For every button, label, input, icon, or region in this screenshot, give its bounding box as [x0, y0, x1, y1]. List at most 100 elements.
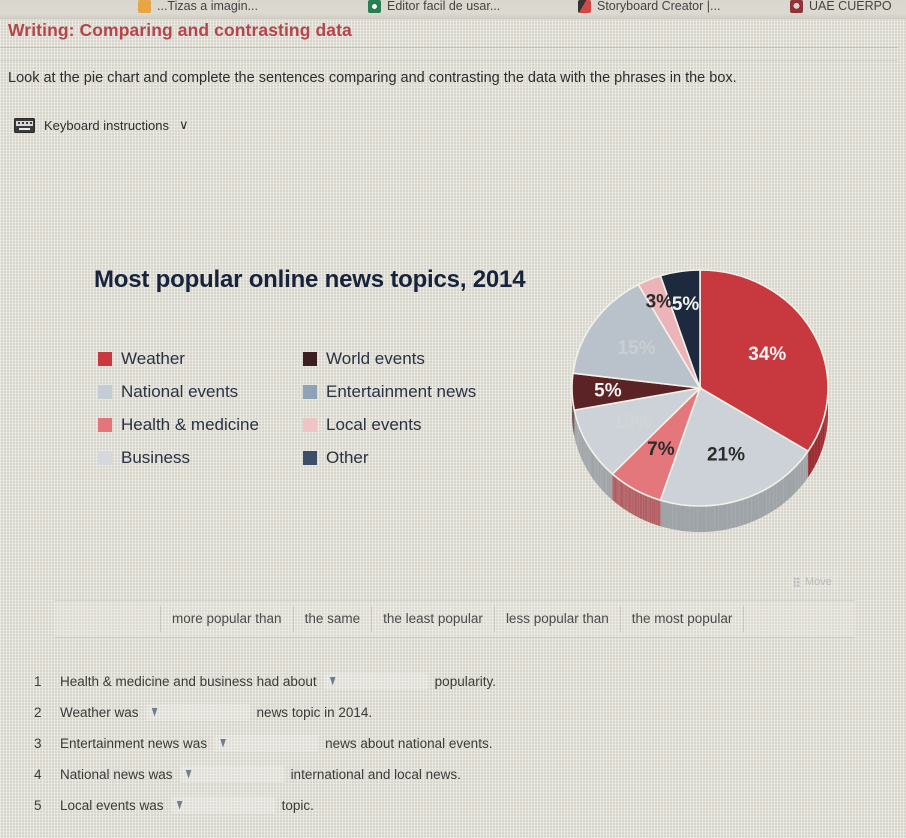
pie-slice-depth [605, 467, 607, 495]
pie-slice-depth [610, 472, 613, 501]
pie-slice-depth [627, 485, 629, 513]
browser-tab-3[interactable]: Storyboard Creator |... [578, 0, 720, 18]
pie-slice-depth [646, 495, 648, 522]
sentence-suffix-1: popularity. [434, 674, 496, 689]
pie-slice-depth [617, 478, 619, 506]
legend-item-entertainment-news: Entertainment news [303, 382, 508, 402]
sentence-blank-5[interactable] [170, 796, 275, 815]
pie-slice-depth [628, 486, 631, 513]
move-drag-handle[interactable]: Move [788, 574, 839, 590]
browser-tab-4[interactable]: UAE CUERPO [790, 0, 892, 18]
move-handle-label: Move [805, 576, 832, 588]
legend-swatch-world-events [303, 351, 317, 366]
pie-label-entertainment-news: 15% [617, 338, 655, 359]
pie-slice-depth [751, 494, 756, 523]
pie-slice-depth [638, 491, 640, 519]
pie-slice-depth [579, 427, 581, 456]
keyboard-instructions-label: Keyboard instructions [44, 117, 170, 133]
pie-slice-depth [798, 460, 801, 490]
pie-slice-depth [731, 501, 736, 529]
sentence-prefix-1: Health & medicine and business had about [60, 674, 317, 689]
chart-title: Most popular online news topics, 2014 [94, 266, 526, 293]
pie-slice-depth [643, 493, 645, 521]
pie-slice-depth [735, 500, 740, 528]
browser-tab-1[interactable]: ...Tizas a imagin... [138, 0, 258, 18]
sentence-blank-1[interactable] [323, 672, 428, 691]
browser-tab-2-title: Editor facil de usar... [387, 0, 501, 13]
browser-tab-3-title: Storyboard Creator |... [597, 0, 721, 13]
pie-slice-depth [583, 436, 585, 465]
legend-label-health-medicine: Health & medicine [121, 414, 259, 434]
pie-slice-depth [640, 492, 643, 520]
dropdown-caret-icon [151, 707, 158, 717]
legend-item-business: Business [98, 448, 303, 468]
pie-slice-depth [672, 503, 677, 531]
pie-slice-depth [577, 422, 579, 451]
pie-slice-depth [632, 488, 634, 515]
phrase-chip-more-popular-than[interactable]: more popular than [160, 606, 294, 632]
phrase-chip-the-most-popular[interactable]: the most popular [621, 606, 745, 632]
legend-label-business: Business [121, 447, 190, 467]
pie-slice-depth [769, 484, 774, 513]
pie-slice-depth [602, 464, 604, 493]
pie-slice-depth [648, 496, 650, 523]
pie-slice-depth [590, 449, 592, 478]
browser-tab-2[interactable]: Editor facil de usar... [368, 0, 500, 18]
pie-slice-depth [668, 502, 673, 530]
keyboard-instructions-toggle[interactable]: Keyboard instructions ∨ [14, 117, 189, 133]
sentence-blank-3[interactable] [214, 734, 319, 753]
pie-slice-depth [612, 474, 614, 501]
pie-slice-depth [758, 490, 763, 519]
pie-slice-depth [657, 499, 660, 526]
dropdown-caret-icon [329, 676, 336, 686]
pie-slice-depth [676, 504, 681, 531]
pie-slice-depth [659, 499, 661, 527]
pie-slice-depth [689, 505, 694, 532]
sentence-row-1: 1 Health & medicine and business had abo… [0, 666, 906, 697]
pie-slice-depth [608, 470, 610, 498]
pie-slice-depth [633, 488, 635, 516]
pie-slice-depth [664, 501, 669, 529]
pie-label-national-events: 21% [707, 445, 745, 466]
pie-slice-depth [596, 457, 598, 485]
pie-slice-depth [655, 498, 657, 525]
red-black-favicon-icon [578, 0, 591, 13]
sentence-prefix-3: Entertainment news was [60, 736, 208, 751]
pie-slice-depth [639, 492, 641, 519]
pie-slice-depth [589, 448, 591, 476]
sentence-number-5: 5 [34, 798, 42, 813]
sentence-list: 1 Health & medicine and business had abo… [0, 666, 906, 821]
pie-slice-depth [634, 489, 637, 517]
phrase-word-bank: more popular than the same the least pop… [55, 600, 855, 638]
pie-slice-depth [637, 490, 639, 518]
pie-slice-depth [615, 476, 617, 504]
legend-item-national-events: National events [98, 382, 303, 402]
pie-slice-depth [800, 457, 804, 487]
chevron-down-icon: ∨ [179, 117, 189, 132]
legend-swatch-weather [98, 351, 112, 366]
pie-slice-depth [702, 505, 707, 532]
phrase-chip-the-least-popular[interactable]: the least popular [372, 606, 495, 632]
pie-slice-depth [727, 502, 732, 530]
sentence-blank-4[interactable] [179, 765, 284, 784]
sentence-blank-2[interactable] [145, 703, 250, 722]
browser-tab-strip: ...Tizas a imagin... Editor facil de usa… [0, 0, 906, 19]
page-title: Writing: Comparing and contrasting data [8, 20, 352, 40]
legend-item-health-medicine: Health & medicine [98, 415, 303, 435]
pie-slice-depth [706, 505, 711, 532]
dropdown-caret-icon [220, 738, 227, 748]
pie-slice-depth [722, 503, 728, 531]
pie-slice-depth [585, 441, 587, 470]
sentence-suffix-4: international and local news. [290, 767, 461, 782]
pie-slice-depth [591, 451, 594, 479]
sentence-suffix-5: topic. [281, 798, 314, 813]
phrase-chip-the-same[interactable]: the same [294, 606, 373, 632]
heading-divider [0, 47, 898, 48]
pie-slice-depth [616, 477, 618, 505]
legend-swatch-entertainment-news [303, 384, 317, 399]
pie-label-other: 5% [672, 294, 700, 315]
pie-slice-depth [631, 487, 633, 515]
phrase-chip-less-popular-than[interactable]: less popular than [495, 606, 621, 632]
pie-slice-depth [585, 439, 586, 468]
pie-label-weather: 34% [748, 344, 786, 365]
